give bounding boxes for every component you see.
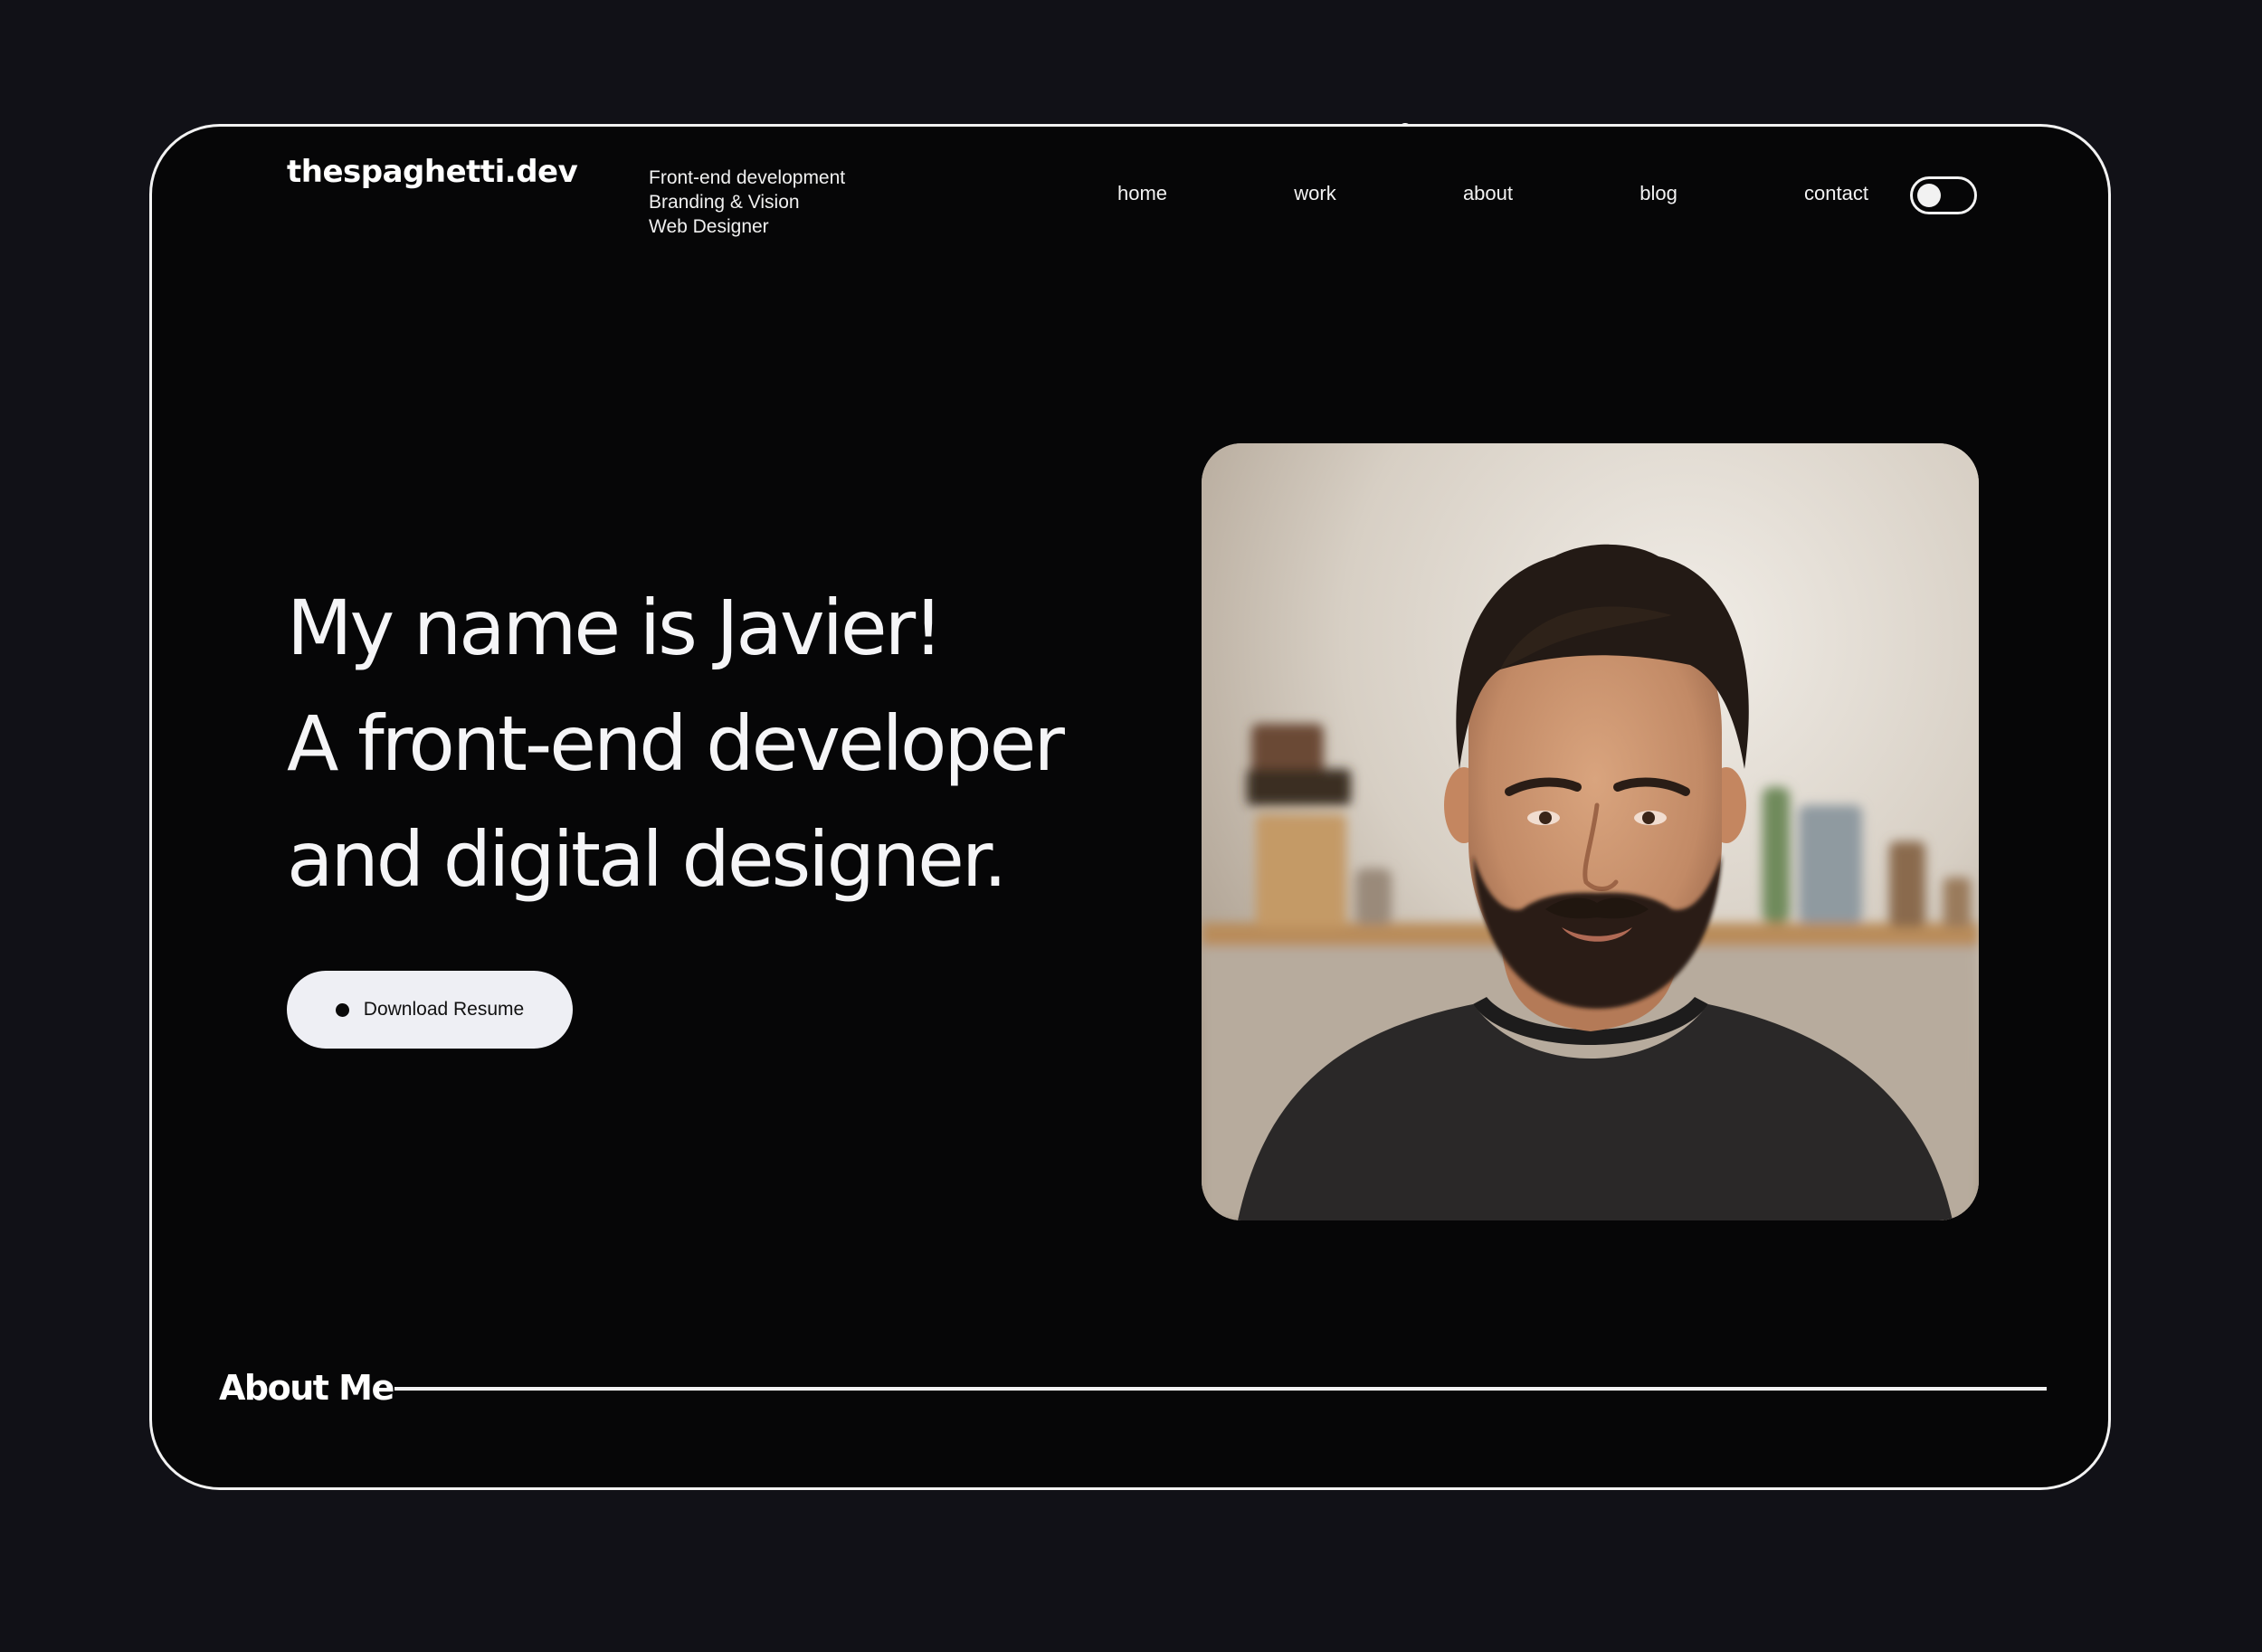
main-nav: home work about blog contact — [1117, 182, 1868, 205]
nav-item-home[interactable]: home — [1117, 182, 1167, 205]
brand-tagline: Front-end development Branding & Vision … — [649, 166, 845, 239]
nav-item-contact[interactable]: contact — [1804, 182, 1868, 205]
hero-line: A front-end developer — [287, 699, 1065, 788]
tagline-line: Web Designer — [649, 216, 769, 237]
toggle-switch-icon — [1917, 184, 1941, 207]
nav-item-work[interactable]: work — [1294, 182, 1335, 205]
nav-item-blog[interactable]: blog — [1639, 182, 1677, 205]
download-resume-button[interactable]: Download Resume — [287, 971, 573, 1049]
download-resume-label: Download Resume — [363, 999, 525, 1020]
hero-heading: My name is Javier! A front-end developer… — [287, 570, 1065, 917]
about-me-heading: About Me — [219, 1368, 394, 1408]
tagline-line: Branding & Vision — [649, 192, 800, 213]
hero-line: My name is Javier! — [287, 584, 944, 672]
dot-icon — [335, 1002, 349, 1017]
tagline-line: Front-end development — [649, 167, 846, 188]
profile-photo — [1202, 443, 1979, 1220]
hero-line: and digital designer. — [287, 815, 1007, 904]
about-divider — [394, 1387, 2047, 1391]
site-logo[interactable]: thespaghetti.dev — [287, 154, 578, 190]
nav-item-about[interactable]: about — [1463, 182, 1513, 205]
device-frame: thespaghetti.dev Front-end development B… — [149, 124, 2111, 1490]
theme-toggle[interactable] — [1910, 176, 1977, 214]
